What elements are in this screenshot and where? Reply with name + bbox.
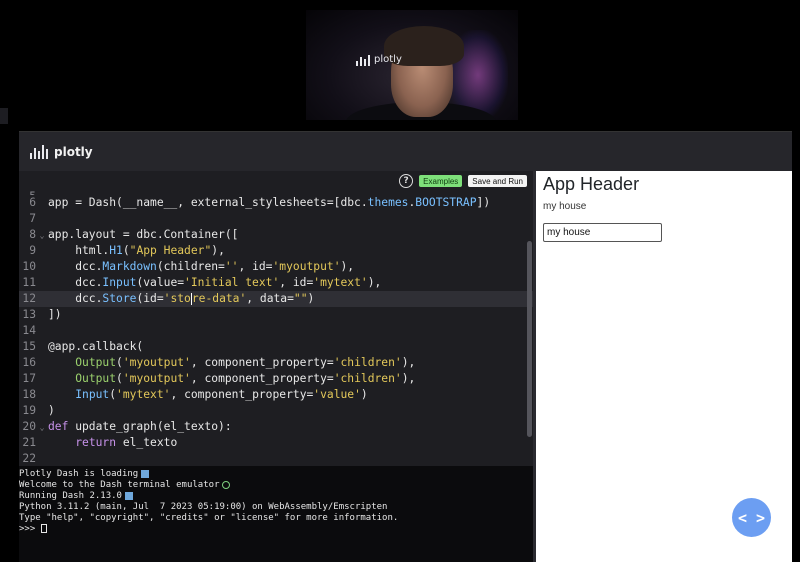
code-text: return el_texto [75,436,178,449]
code-lines[interactable]: 56app = Dash(__name__, external_styleshe… [19,189,533,466]
code-text: dcc.Markdown(children='', id='myoutput')… [48,260,355,273]
help-icon[interactable]: ? [399,174,414,188]
code-text: def update_graph(el_texto): [48,420,232,433]
editor-toolbar: ? Examples Save and Run [19,171,533,191]
terminal-line: >>> [19,524,533,535]
code-text: Input('mytext', component_property='valu… [75,388,368,401]
code-line[interactable]: 18 Input('mytext', component_property='v… [19,387,533,403]
webcam-overlay: plotly [306,10,518,120]
line-number: 19 [22,404,36,417]
terminal-text: >>> [19,524,41,534]
code-line[interactable]: 21 return el_texto [19,435,533,451]
fold-chevron-icon[interactable]: ⌄ [36,228,48,244]
background-window-edge [0,108,8,124]
chart-emoji-icon [141,469,150,478]
code-text: dcc.Store(id='store-data', data="") [48,292,315,305]
terminal-cursor[interactable] [40,524,47,533]
plotly-logo-icon [356,52,370,66]
app-preview: App Header my house < > [536,171,792,562]
terminal-panel[interactable]: Plotly Dash is loading Welcome to the Das… [19,466,533,562]
code-editor[interactable]: ? Examples Save and Run 56app = Dash(__n… [19,171,533,466]
code-line[interactable]: 15 @app.callback( [19,339,533,355]
code-line[interactable]: 8 ⌄ app.layout = dbc.Container([ [19,227,533,243]
chart-emoji-icon [124,491,133,500]
preview-text-input[interactable] [543,223,662,242]
webcam-logo-text: plotly [374,53,402,65]
brand-name: plotly [54,144,93,159]
save-and-run-button[interactable]: Save and Run [468,175,527,187]
code-line[interactable]: 22 [19,451,533,466]
code-line[interactable]: 14 [19,323,533,339]
terminal-line: Welcome to the Dash terminal emulator [19,480,533,491]
line-number: 16 [22,356,36,369]
line-number: 14 [22,324,36,337]
code-text: Output('myoutput', component_property='c… [75,356,416,369]
line-number: 10 [22,260,36,273]
code-text: ]) [48,308,62,321]
terminal-text: Python 3.11.2 (main, Jul 7 2023 05:19:00… [19,502,388,512]
fold-chevron-icon[interactable]: ⌄ [36,420,48,436]
code-line[interactable]: 9 html.H1("App Header"), [19,243,533,259]
terminal-line: Python 3.11.2 (main, Jul 7 2023 05:19:00… [19,502,533,513]
line-number: 12 [22,292,36,305]
preview-header: App Header [543,174,640,194]
line-number: 22 [22,452,36,465]
terminal-line: Plotly Dash is loading [19,469,533,480]
plotly-logo-icon [30,144,48,159]
line-number: 15 [22,340,36,353]
code-text: @app.callback( [48,340,144,353]
refresh-emoji-icon [222,480,231,489]
line-number: 20 [22,420,36,433]
code-toggle-button[interactable]: < > [732,498,771,537]
line-number: 18 [22,388,36,401]
code-line[interactable]: 10 dcc.Markdown(children='', id='myoutpu… [19,259,533,275]
code-text: html.H1("App Header"), [48,244,225,257]
terminal-line: Running Dash 2.13.0 [19,491,533,502]
line-number: 21 [22,436,36,449]
code-text: ) [48,404,55,417]
line-number: 11 [22,276,36,289]
terminal-text: Type "help", "copyright", "credits" or "… [19,513,399,523]
code-line[interactable]: 11 dcc.Input(value='Initial text', id='m… [19,275,533,291]
line-number: 8 [29,228,36,241]
code-line[interactable]: 17 Output('myoutput', component_property… [19,371,533,387]
webcam-logo: plotly [356,52,402,66]
code-line[interactable]: 13]) [19,307,533,323]
preview-markdown: my house [543,201,587,212]
terminal-text: Plotly Dash is loading [19,469,139,479]
line-number: 13 [22,308,36,321]
dash-app-window: plotly ? Examples Save and Run 56app = D… [19,131,792,562]
line-number: 9 [29,244,36,257]
code-line[interactable]: 20 ⌄ def update_graph(el_texto): [19,419,533,435]
text-cursor [190,293,192,305]
line-number: 17 [22,372,36,385]
code-line[interactable]: 16 Output('myoutput', component_property… [19,355,533,371]
top-bar: plotly [19,131,792,171]
code-text: Output('myoutput', component_property='c… [75,372,416,385]
line-number: 6 [29,196,36,209]
code-line[interactable]: 12 dcc.Store(id='store-data', data="") [19,291,533,307]
terminal-text: Welcome to the Dash terminal emulator [19,480,220,490]
code-line[interactable]: 6 app = Dash(__name__, external_styleshee… [19,195,533,211]
code-text: dcc.Input(value='Initial text', id='myte… [48,276,382,289]
editor-scrollbar[interactable] [527,241,532,437]
code-text: app = Dash(__name__, external_stylesheet… [48,196,491,209]
code-line[interactable]: 19) [19,403,533,419]
terminal-line: Type "help", "copyright", "credits" or "… [19,513,533,524]
examples-button[interactable]: Examples [419,175,463,187]
code-text: app.layout = dbc.Container([ [48,228,239,241]
code-line[interactable]: 7 [19,211,533,227]
line-number: 7 [29,212,36,225]
brand-logo[interactable]: plotly [30,144,93,159]
terminal-text: Running Dash 2.13.0 [19,491,122,501]
